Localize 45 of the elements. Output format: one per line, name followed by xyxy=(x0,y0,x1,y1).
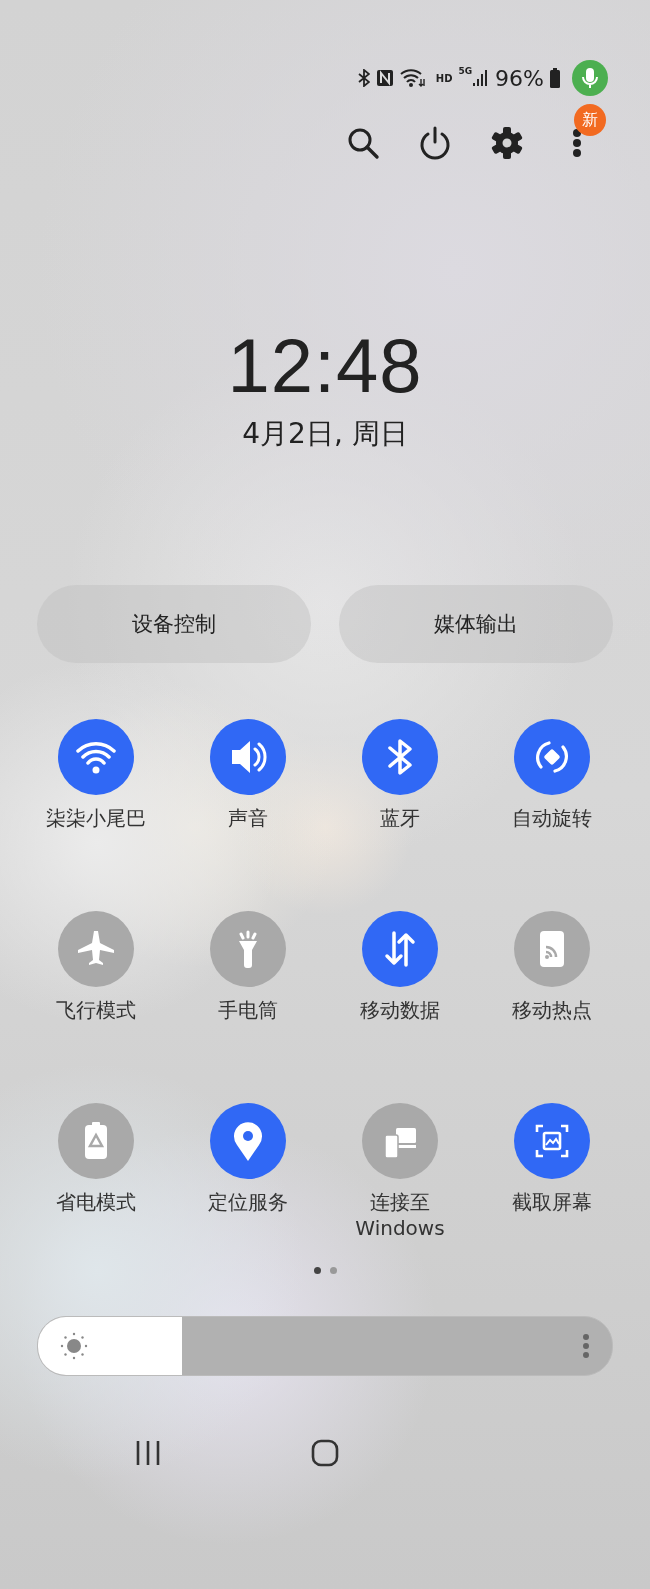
quick-toggle[interactable] xyxy=(362,719,438,795)
toggle-label: 省电模式 xyxy=(55,1189,137,1215)
quick-toggle[interactable] xyxy=(58,719,134,795)
sun-icon xyxy=(60,1332,88,1360)
bluetooth-icon xyxy=(357,69,370,87)
toggle-label: 柒柒小尾巴 xyxy=(45,805,147,831)
microphone-icon[interactable] xyxy=(572,60,608,96)
new-badge: 新 xyxy=(574,104,606,136)
network-type: 5G xyxy=(458,66,473,76)
quick-toggle[interactable] xyxy=(362,911,438,987)
clock-time: 12:48 xyxy=(226,323,424,409)
quick-toggle[interactable] xyxy=(210,911,286,987)
quick-toggle[interactable] xyxy=(58,911,134,987)
toggle-label: 蓝牙 xyxy=(379,805,421,831)
quick-toggle[interactable] xyxy=(514,911,590,987)
toggle-label: 定位服务 xyxy=(207,1189,289,1215)
battery-percent: 96% xyxy=(495,65,544,91)
toggle-label: 手电筒 xyxy=(217,997,279,1023)
hd-indicator: HD xyxy=(435,72,453,84)
toggle-label: 移动热点 xyxy=(511,997,593,1023)
wifi-icon xyxy=(399,68,426,88)
quick-toggle[interactable] xyxy=(58,1103,134,1179)
battery-icon xyxy=(550,68,560,88)
power-icon[interactable] xyxy=(418,126,452,160)
panel-button[interactable]: 设备控制 xyxy=(37,585,311,663)
quick-toggle[interactable] xyxy=(210,1103,286,1179)
toggle-label: 飞行模式 xyxy=(55,997,137,1023)
signal-icon xyxy=(473,69,488,87)
quick-toggle[interactable] xyxy=(514,1103,590,1179)
brightness-slider[interactable] xyxy=(37,1316,613,1376)
clock-date: 4月2日, 周日 xyxy=(241,416,409,452)
settings-icon[interactable] xyxy=(490,126,524,160)
quick-toggle[interactable] xyxy=(362,1103,438,1179)
quick-toggle[interactable] xyxy=(210,719,286,795)
home-icon[interactable] xyxy=(310,1438,340,1468)
toggle-label: 移动数据 xyxy=(359,997,441,1023)
toggle-label: 声音 xyxy=(227,805,269,831)
more-icon[interactable] xyxy=(572,128,582,158)
toggle-label: 自动旋转 xyxy=(511,805,593,831)
panel-button[interactable]: 媒体输出 xyxy=(339,585,613,663)
toggle-label: 连接至 Windows xyxy=(354,1189,446,1241)
search-icon[interactable] xyxy=(346,126,380,160)
nfc-icon xyxy=(375,69,394,87)
quick-toggle[interactable] xyxy=(514,719,590,795)
toggle-label: 截取屏幕 xyxy=(511,1189,593,1215)
